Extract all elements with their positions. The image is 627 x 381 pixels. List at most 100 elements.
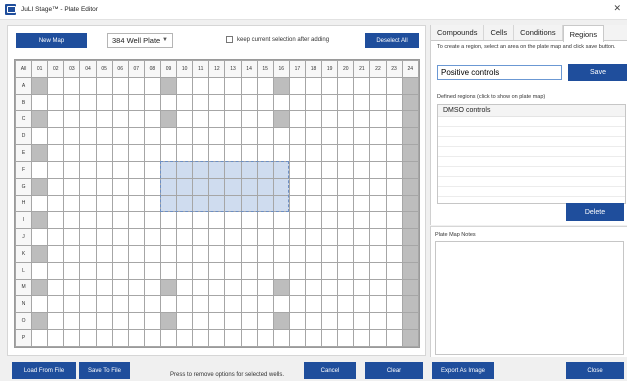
well[interactable]	[79, 228, 97, 246]
plate-type-select[interactable]: 384 Well Plate ▼	[107, 33, 173, 48]
column-header[interactable]: 01	[31, 60, 49, 78]
well[interactable]	[111, 144, 129, 162]
row-header[interactable]: D	[14, 127, 33, 146]
well[interactable]	[369, 110, 387, 129]
well[interactable]	[337, 295, 355, 314]
well[interactable]	[47, 228, 65, 246]
well[interactable]	[353, 211, 371, 230]
well[interactable]	[192, 329, 210, 347]
well[interactable]	[143, 261, 161, 280]
well[interactable]	[272, 295, 290, 314]
well[interactable]	[111, 329, 129, 347]
well[interactable]	[321, 177, 339, 196]
well[interactable]	[321, 211, 339, 230]
well[interactable]	[224, 261, 242, 280]
well[interactable]	[240, 312, 258, 330]
well[interactable]	[256, 329, 274, 347]
well[interactable]	[127, 160, 145, 179]
well[interactable]	[159, 127, 178, 146]
column-header[interactable]: 09	[159, 60, 178, 78]
well[interactable]	[337, 228, 355, 246]
well[interactable]	[385, 127, 403, 146]
row-header[interactable]: A	[14, 76, 33, 95]
well[interactable]	[288, 312, 306, 330]
well[interactable]	[159, 144, 178, 162]
well[interactable]	[143, 244, 161, 263]
well[interactable]	[321, 110, 339, 129]
column-header[interactable]: 12	[208, 60, 226, 78]
well[interactable]	[159, 295, 178, 314]
well[interactable]	[95, 329, 113, 347]
well[interactable]	[79, 76, 97, 95]
well[interactable]	[256, 312, 274, 330]
well[interactable]	[353, 278, 371, 297]
well[interactable]	[304, 278, 323, 297]
well[interactable]	[127, 93, 145, 112]
well[interactable]	[321, 244, 339, 263]
well[interactable]	[353, 261, 371, 280]
well[interactable]	[192, 194, 210, 213]
well[interactable]	[63, 295, 81, 314]
row-header[interactable]: N	[14, 295, 33, 314]
column-header[interactable]: 16	[272, 60, 290, 78]
well[interactable]	[143, 93, 161, 112]
well[interactable]	[224, 244, 242, 263]
well[interactable]	[31, 194, 49, 213]
well[interactable]	[272, 278, 290, 297]
select-all-corner[interactable]: All	[14, 60, 33, 78]
well[interactable]	[63, 110, 81, 129]
well[interactable]	[208, 194, 226, 213]
keep-selection-option[interactable]: keep current selection after adding	[226, 36, 329, 43]
well[interactable]	[304, 329, 323, 347]
well[interactable]	[256, 144, 274, 162]
well[interactable]	[176, 228, 194, 246]
well[interactable]	[240, 228, 258, 246]
column-header[interactable]: 23	[385, 60, 403, 78]
well[interactable]	[337, 244, 355, 263]
well[interactable]	[47, 127, 65, 146]
well[interactable]	[401, 329, 420, 347]
well[interactable]	[385, 244, 403, 263]
well[interactable]	[337, 144, 355, 162]
well[interactable]	[240, 329, 258, 347]
well[interactable]	[208, 160, 226, 179]
row-header[interactable]: G	[14, 177, 33, 196]
well[interactable]	[304, 261, 323, 280]
well[interactable]	[159, 160, 178, 179]
well[interactable]	[208, 261, 226, 280]
well[interactable]	[353, 160, 371, 179]
well[interactable]	[369, 177, 387, 196]
well[interactable]	[240, 76, 258, 95]
well[interactable]	[111, 228, 129, 246]
well[interactable]	[159, 93, 178, 112]
well[interactable]	[337, 177, 355, 196]
tab-cells[interactable]: Cells	[484, 25, 515, 40]
well[interactable]	[385, 211, 403, 230]
well[interactable]	[224, 228, 242, 246]
well[interactable]	[47, 244, 65, 263]
well[interactable]	[127, 228, 145, 246]
well[interactable]	[208, 228, 226, 246]
column-header[interactable]: 04	[79, 60, 97, 78]
well[interactable]	[127, 278, 145, 297]
well[interactable]	[63, 177, 81, 196]
well[interactable]	[256, 194, 274, 213]
well[interactable]	[143, 160, 161, 179]
row-header[interactable]: H	[14, 194, 33, 213]
well[interactable]	[208, 93, 226, 112]
well[interactable]	[192, 228, 210, 246]
well[interactable]	[47, 93, 65, 112]
well[interactable]	[176, 211, 194, 230]
well[interactable]	[159, 211, 178, 230]
well[interactable]	[31, 244, 49, 263]
well[interactable]	[95, 177, 113, 196]
well[interactable]	[272, 329, 290, 347]
well[interactable]	[95, 278, 113, 297]
well[interactable]	[304, 76, 323, 95]
export-as-image-button[interactable]: Export As Image	[432, 362, 494, 379]
row-header[interactable]: I	[14, 211, 33, 230]
well[interactable]	[385, 278, 403, 297]
well[interactable]	[143, 228, 161, 246]
column-header[interactable]: 10	[176, 60, 194, 78]
well[interactable]	[224, 160, 242, 179]
